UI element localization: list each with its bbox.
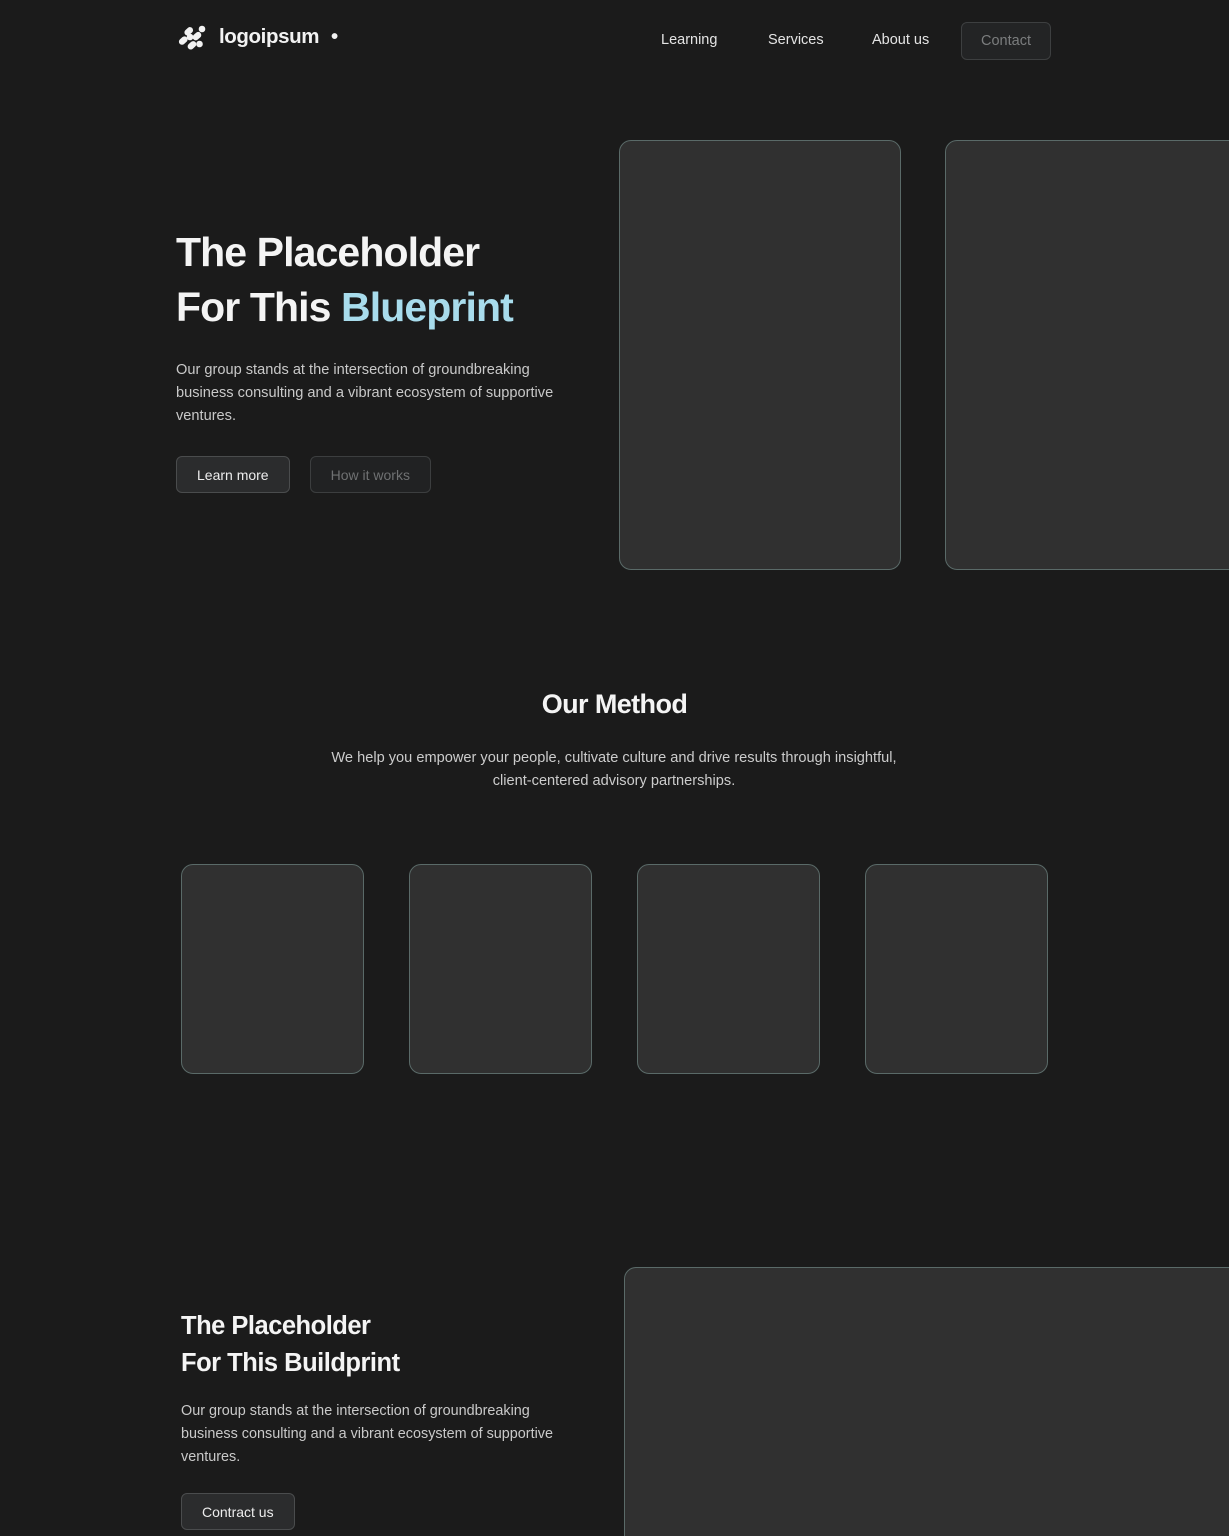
cta-actions: Contract us	[181, 1493, 611, 1530]
hero-media-card-2[interactable]	[945, 140, 1229, 570]
hero-title-line-1: The Placeholder	[176, 229, 480, 275]
method-card-4[interactable]	[865, 864, 1048, 1074]
method-card-2[interactable]	[409, 864, 592, 1074]
hero-section: The Placeholder For This Blueprint Our g…	[0, 0, 1229, 620]
cta-subtitle: Our group stands at the intersection of …	[181, 1403, 553, 1465]
how-it-works-button[interactable]: How it works	[309, 456, 431, 493]
cta-title: The Placeholder For This Buildprint	[181, 1308, 611, 1382]
method-card-3[interactable]	[637, 864, 820, 1074]
cta-copy: The Placeholder For This Buildprint Our …	[181, 1308, 611, 1530]
hero-media-card-1[interactable]	[619, 140, 901, 570]
hero-subtitle: Our group stands at the intersection of …	[176, 362, 554, 424]
cta-media-card[interactable]	[624, 1267, 1229, 1536]
method-title: Our Method	[541, 689, 688, 719]
learn-more-button[interactable]: Learn more	[176, 456, 290, 493]
method-card-1[interactable]	[181, 864, 364, 1074]
cta-title-line-2: For This Buildprint	[181, 1349, 400, 1377]
method-subtitle: We help you empower your people, cultiva…	[331, 750, 897, 789]
contract-us-button[interactable]: Contract us	[181, 1493, 295, 1530]
hero-title-line-2-prefix: For This	[176, 284, 342, 330]
method-section: Our Method We help you empower your peop…	[0, 620, 1229, 1180]
cta-section: The Placeholder For This Buildprint Our …	[0, 1180, 1229, 1536]
hero-title-accent-word: Blueprint	[341, 284, 514, 330]
hero-copy: The Placeholder For This Blueprint Our g…	[176, 225, 596, 493]
hero-actions: Learn more How it works	[176, 456, 596, 493]
hero-title: The Placeholder For This Blueprint	[176, 225, 596, 335]
cta-title-line-1: The Placeholder	[181, 1312, 371, 1340]
